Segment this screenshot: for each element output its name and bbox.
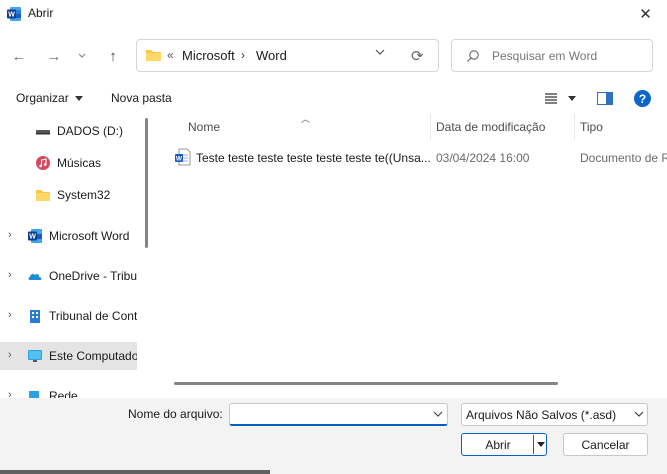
column-header-name[interactable]: Nome [188,112,428,142]
dialog-footer: Nome do arquivo: Arquivos Não Salvos (*.… [0,398,667,474]
file-date: 03/04/2024 16:00 [436,151,530,165]
file-type: Documento de R [580,151,667,165]
window-edge [0,470,270,474]
command-bar: Organizar Nova pasta ? [0,84,667,112]
breadcrumb-separator[interactable]: › [241,48,245,62]
breadcrumb-word[interactable]: Word [256,48,287,63]
cancel-button[interactable]: Cancelar [563,433,648,456]
sidebar-item-onedrive[interactable]: › OneDrive - Tribur [0,262,137,290]
navigation-scrollbar[interactable] [145,118,148,248]
sidebar-item-label: System32 [57,188,111,202]
window-title: Abrir [28,6,54,20]
file-list: ︿ Nome Data de modificação Tipo W Teste … [158,112,667,398]
cancel-button-label: Cancelar [581,438,630,452]
chevron-right-icon[interactable]: › [8,389,12,398]
sidebar-item-label: Este Computado [49,349,137,363]
arrow-left-icon: ← [11,47,27,65]
sidebar-item-label: OneDrive - Tribur [49,269,137,283]
sidebar-item-label: Tribunal de Cont [49,309,137,323]
horizontal-scrollbar[interactable] [174,382,558,385]
chevron-down-icon [78,53,86,58]
chevron-right-icon[interactable]: › [8,229,12,241]
sidebar-item-microsoft-word[interactable]: › W Microsoft Word [0,222,137,250]
navigation-bar: ← → ↑ « Microsoft › Word ⟳ [0,28,667,84]
view-list-icon[interactable] [544,93,558,104]
search-box[interactable] [451,39,653,72]
navigation-pane: DADOS (D:) Músicas System32 › W Microsof… [0,112,153,398]
chevron-down-icon[interactable] [375,49,385,56]
column-header-type[interactable]: Tipo [580,112,660,142]
monitor-icon [28,350,42,362]
sidebar-item-musicas[interactable]: Músicas [0,149,137,177]
open-button[interactable]: Abrir [461,433,547,456]
music-icon [36,156,50,170]
sidebar-item-label: Rede [49,389,78,398]
file-name: Teste teste teste teste teste teste te((… [196,151,431,165]
chevron-down-icon [634,411,644,417]
column-divider[interactable] [430,114,431,140]
open-button-label: Abrir [485,438,511,452]
svg-text:W: W [176,156,183,163]
file-row[interactable]: W Teste teste teste teste teste teste te… [172,146,667,170]
filename-label: Nome do arquivo: [128,407,223,421]
chevron-down-icon[interactable] [433,411,443,418]
back-button[interactable]: ← [7,45,31,67]
organize-button[interactable]: Organizar [16,91,84,105]
sidebar-item-tribunal[interactable]: › Tribunal de Cont [0,302,137,330]
arrow-right-icon: → [46,47,62,65]
folder-icon [146,50,161,61]
filename-combobox[interactable] [229,403,448,426]
column-divider[interactable] [574,114,575,140]
address-bar[interactable]: « Microsoft › Word ⟳ [136,39,439,72]
sidebar-item-label: Músicas [57,156,102,170]
column-header-date[interactable]: Data de modificação [436,112,571,142]
filetype-value: Arquivos Não Salvos (*.asd) [466,408,617,422]
close-button[interactable]: ✕ [624,0,667,28]
building-icon [30,310,40,323]
recent-locations-button[interactable] [72,45,92,67]
title-bar: W Abrir ✕ [0,0,667,28]
chevron-right-icon[interactable]: › [8,309,12,321]
preview-pane-icon[interactable] [597,92,613,105]
close-icon: ✕ [639,6,652,23]
sidebar-item-dados[interactable]: DADOS (D:) [0,117,137,145]
forward-button[interactable]: → [42,45,66,67]
drive-icon [36,130,50,135]
chevron-right-icon[interactable]: › [8,349,12,361]
network-icon [29,391,39,398]
filename-input[interactable] [234,407,424,423]
address-overflow[interactable]: « [167,48,174,62]
sidebar-item-este-computador[interactable]: › Este Computado [0,342,137,370]
refresh-icon[interactable]: ⟳ [411,47,424,65]
caret-down-icon [537,442,545,447]
svg-text:W: W [8,12,15,19]
up-button[interactable]: ↑ [101,45,125,67]
search-icon [467,50,479,62]
new-folder-button[interactable]: Nova pasta [111,91,172,105]
arrow-up-icon: ↑ [109,47,117,65]
word-icon: W [7,7,21,21]
filetype-select[interactable]: Arquivos Não Salvos (*.asd) [461,403,648,426]
svg-text:W: W [29,234,36,241]
breadcrumb-microsoft[interactable]: Microsoft [182,48,235,63]
word-icon: W [28,229,42,243]
sidebar-item-label: DADOS (D:) [57,124,123,138]
help-button[interactable]: ? [634,90,651,107]
caret-down-icon[interactable] [568,96,576,101]
organize-label: Organizar [16,91,69,105]
word-doc-icon: W [175,148,191,166]
sidebar-item-system32[interactable]: System32 [0,181,137,209]
sidebar-item-label: Microsoft Word [49,229,130,243]
sidebar-item-rede[interactable]: › Rede [0,382,137,398]
folder-icon [36,190,50,201]
chevron-right-icon[interactable]: › [8,269,12,281]
open-options-button[interactable] [533,435,546,454]
search-input[interactable] [492,48,642,64]
onedrive-icon [28,273,42,280]
caret-down-icon [75,96,84,102]
